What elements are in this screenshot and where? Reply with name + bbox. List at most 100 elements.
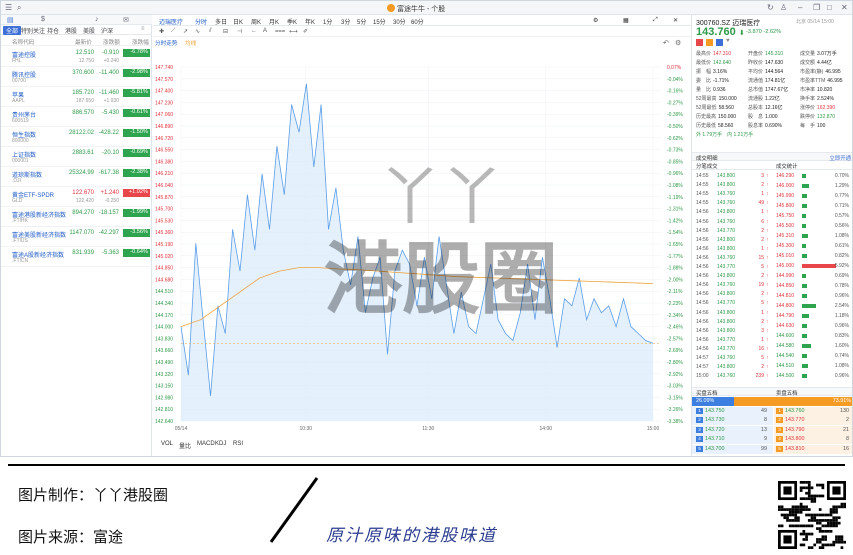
share-icon[interactable] (716, 39, 723, 46)
channel-tool-icon[interactable]: ⊟ (223, 28, 228, 35)
layout-icon[interactable]: ▦ (623, 17, 629, 24)
qr-module (799, 524, 803, 528)
toolbar-item[interactable]: 30分 (393, 17, 406, 26)
stats-bar (802, 214, 806, 218)
maximize-icon[interactable]: □ (827, 3, 832, 12)
watchlist-icon[interactable]: ▤ (7, 16, 14, 24)
parallel-tool-icon[interactable]: ⫽ (209, 28, 212, 35)
close-chart-icon[interactable]: ✕ (673, 17, 678, 24)
col-name[interactable]: 名称代码 (12, 38, 34, 46)
ask-row[interactable]: 1 143.760 130 (774, 407, 852, 416)
text-tool-icon[interactable]: A (263, 28, 267, 34)
stats-row: 145.310 1.08% (772, 232, 852, 240)
restore-icon[interactable]: ❐ (813, 3, 820, 12)
watchlist-row[interactable]: 富途A股新经济指数 .FTICN 831.939 -5.363 -0.64% (1, 247, 152, 267)
watchlist-row[interactable]: 恒生指数 800000 28122.02 -428.22 -1.50% (1, 127, 152, 147)
watchlist-row[interactable]: 富途美股新经济指数 .FTIUS 1147.070 -42.297 -3.56% (1, 227, 152, 247)
watchlist-row[interactable]: 腾讯控股 00700 370.600 -11.400 -2.98% (1, 67, 152, 87)
line-tool-icon[interactable]: ⟋ (171, 28, 175, 35)
qr-finder-core (783, 486, 792, 495)
quote-field-label: 流通值 (748, 78, 764, 84)
menu-icon[interactable]: ☰ (5, 3, 12, 12)
ask-volume: 16 (843, 445, 849, 452)
fib-tool-icon[interactable]: ⩶ (275, 28, 285, 35)
crosshair-icon[interactable]: ✚ (159, 28, 164, 35)
toolbar-item[interactable]: 月K (269, 17, 279, 26)
toolbar-item[interactable]: 15分 (373, 17, 386, 26)
toolbar-item[interactable]: 分时 (195, 17, 207, 26)
y-tick-right: -0.16% (667, 89, 683, 95)
watchlist-row[interactable]: 贵州茅台 600519 886.570 -5.430 -0.61% (1, 107, 152, 127)
toolbar-item[interactable]: 周K (251, 17, 261, 26)
fullscreen-icon[interactable]: ⤢ (653, 17, 658, 24)
col-change[interactable]: 涨跌额 (103, 38, 120, 46)
qr-module (824, 538, 827, 541)
quote-field: 最低价 142.640 (696, 59, 731, 66)
stock-change: -20.10 (101, 150, 119, 156)
tab-all[interactable]: 全部 (3, 26, 22, 35)
tab-special[interactable]: 特别关注 (21, 26, 45, 35)
toolbar-item[interactable]: 日K (233, 17, 243, 26)
bid-price: 143.730 (705, 417, 725, 424)
watchlist-row[interactable]: 苹果 AAPL 185.720 187.650 -11.460 +1.930 -5.81% (1, 87, 152, 107)
close-icon[interactable]: ✕ (841, 3, 848, 12)
qr-module (805, 505, 808, 509)
ask-row[interactable]: 5 143.810 16 (774, 444, 852, 454)
intraday-chart[interactable]: 分时走势 均线 ↶ ⚙ 147.740 0.07% 147.570 -0.04% 147… (153, 37, 691, 456)
bid-row[interactable]: 3 143.720 13 (692, 425, 773, 435)
indicator-tab[interactable]: KDJ (215, 441, 226, 447)
bell-icon[interactable]: ♪ (95, 16, 99, 23)
col-price[interactable]: 最新价 (75, 38, 92, 46)
chat-icon[interactable]: ✉ (123, 16, 129, 24)
quote-field: 历史最高 150.000 (696, 113, 736, 120)
toolbar-item[interactable]: 5分 (357, 17, 366, 26)
watchlist-row[interactable]: 富途控股 FHL 12.510 12.750 -0.910 +0.240 -6.78% (1, 47, 152, 67)
dollar-icon[interactable]: $ (41, 16, 45, 23)
col-pct[interactable]: 涨跌幅 (132, 38, 149, 46)
settings-icon[interactable]: ⚙ (593, 17, 598, 24)
favorite-icon[interactable]: ♥ (726, 38, 730, 44)
quote-field-value: 1.000 (765, 114, 778, 120)
hline-tool-icon[interactable]: ⊣ (237, 28, 242, 35)
toolbar-item[interactable]: 多日 (215, 17, 227, 26)
indicator-tab[interactable]: VOL (161, 441, 173, 447)
toolbar-item[interactable]: 年K (305, 17, 315, 26)
bid-row[interactable]: 1 143.750 49 (692, 407, 773, 416)
user-icon[interactable]: ♙ (780, 3, 787, 12)
ask-row[interactable]: 4 143.800 8 (774, 435, 852, 445)
toolbar-item[interactable]: 3分 (341, 17, 350, 26)
indicator-tab[interactable]: 量比 (179, 441, 191, 450)
refresh-icon[interactable]: ↻ (767, 3, 774, 12)
watchlist-row[interactable]: 黄金ETF-SPDR GLD 122.670 122.420 +1.240 -0.250 +… (1, 187, 152, 207)
tab-us[interactable]: 美股 (83, 26, 95, 35)
indicator-tab[interactable]: MACD (197, 441, 215, 447)
watchlist-row[interactable]: 道琼斯指数 .DJI 25324.99 -617.38 -2.38% (1, 167, 152, 187)
bid-row[interactable]: 2 143.730 8 (692, 416, 773, 426)
toolbar-item[interactable]: 1分 (323, 17, 332, 26)
toolbar-item[interactable]: 迈瑞医疗 (159, 17, 183, 26)
ray-tool-icon[interactable]: ↗ (183, 28, 188, 35)
arrow-left-icon[interactable]: ← (251, 28, 257, 34)
more-icon[interactable]: ≡ (141, 26, 145, 32)
watchlist-row[interactable]: 富途港股新经济指数 .FTIHK 894.270 -18.157 -1.99% (1, 207, 152, 227)
curve-tool-icon[interactable]: ∿ (195, 28, 200, 35)
stock-pct-badge: -0.69% (123, 149, 150, 157)
ruler-icon[interactable]: ⟷ (289, 28, 298, 35)
eraser-icon[interactable]: ✐ (303, 28, 308, 35)
ask-row[interactable]: 3 143.790 21 (774, 425, 852, 435)
bid-row[interactable]: 4 143.710 9 (692, 435, 773, 445)
alert-icon[interactable] (706, 39, 713, 46)
watchlist-row[interactable]: 上证指数 000001 2883.61 -20.10 -0.69% (1, 147, 152, 167)
search-icon[interactable]: ⌕ (17, 3, 21, 13)
bid-row[interactable]: 5 143.700 99 (692, 444, 773, 454)
tab-holdings[interactable]: 持仓 (47, 26, 59, 35)
tab-cn[interactable]: 沪深 (101, 26, 113, 35)
toolbar-item[interactable]: 60分 (411, 17, 424, 26)
trade-icon[interactable] (696, 39, 703, 46)
qr-module (794, 519, 798, 522)
indicator-tab[interactable]: RSI (233, 441, 243, 447)
toolbar-item[interactable]: 季K (287, 17, 297, 26)
minimize-icon[interactable]: – (798, 3, 802, 12)
ask-row[interactable]: 2 143.770 2 (774, 416, 852, 426)
tab-hk[interactable]: 港股 (65, 26, 77, 35)
